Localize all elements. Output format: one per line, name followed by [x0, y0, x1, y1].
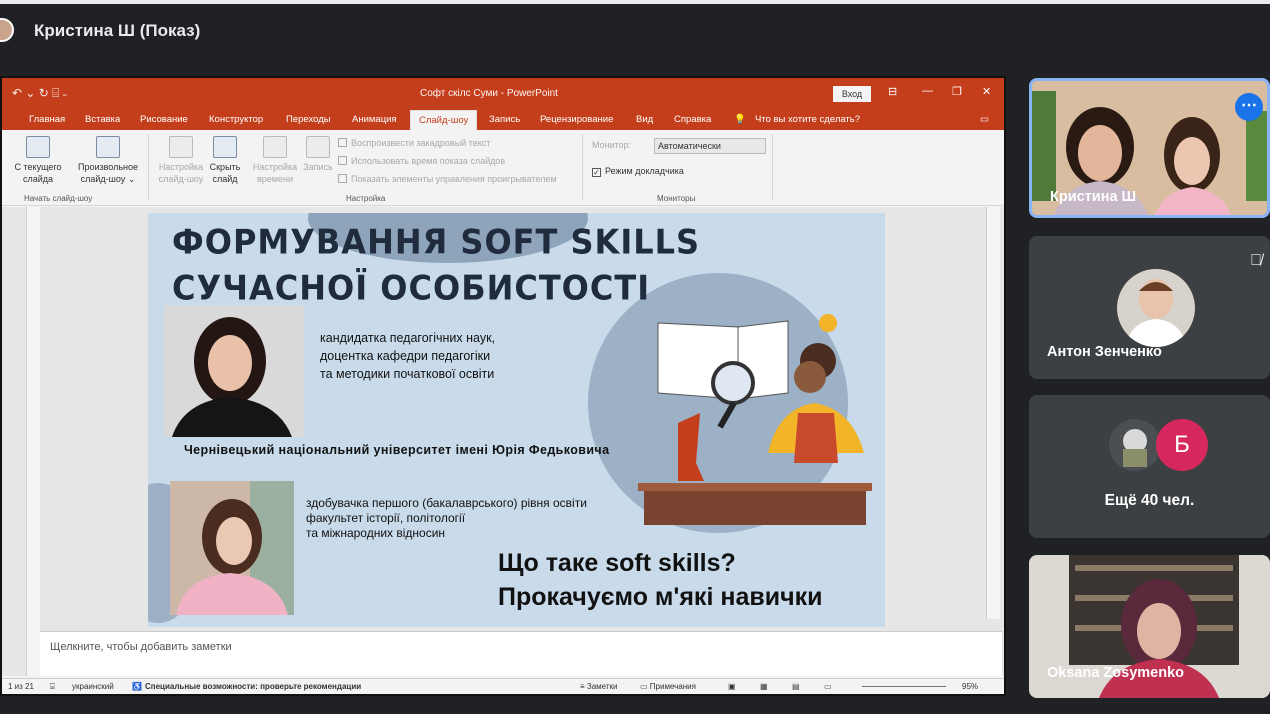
participant-name: Кристина Ш [1050, 189, 1137, 205]
zoom-level[interactable]: 95% [962, 682, 978, 691]
timings-checkbox[interactable]: Использовать время показа слайдов [338, 156, 505, 166]
lightbulb-icon: 💡 [734, 114, 746, 125]
participant-tile-presenter[interactable]: ⋯ Кристина Ш [1029, 78, 1270, 218]
accessibility-status[interactable]: Специальные возможности: проверьте реком… [145, 682, 361, 691]
tab-review[interactable]: Рецензирование [540, 114, 613, 125]
sorter-view-icon[interactable]: ▦ [760, 682, 768, 691]
speaker1-photo [164, 305, 304, 437]
slide-title-line1: ФОРМУВАННЯ SOFT SKILLS [172, 222, 701, 262]
presenter-label: Кристина Ш (Показ) [34, 21, 201, 40]
participant-name: Антон Зенченко [1047, 344, 1162, 360]
comment-icon[interactable]: ▭ [980, 114, 989, 125]
reading-illustration [638, 314, 872, 525]
rehearse-timings-button[interactable]: Настройка времени [250, 136, 300, 185]
meeting-header: Кристина Ш (Показ) [0, 0, 1270, 56]
checkbox-icon [338, 138, 347, 147]
narration-checkbox[interactable]: Воспроизвести закадровый текст [338, 138, 490, 148]
setup-icon [169, 136, 193, 158]
speaker2-description: здобувачка першого (бакалаврського) рівн… [306, 496, 587, 540]
custom-slideshow-button[interactable]: Произвольное слайд-шоу ⌄ [72, 136, 144, 185]
tab-design[interactable]: Конструктор [209, 114, 263, 125]
tell-me-search[interactable]: Что вы хотите сделать? [755, 114, 860, 125]
slide-title-line2: СУЧАСНОЇ ОСОБИСТОСТІ [172, 268, 651, 308]
editing-area: ФОРМУВАННЯ SOFT SKILLS СУЧАСНОЇ ОСОБИСТО… [2, 207, 1004, 676]
participant-avatar [1117, 269, 1195, 347]
group-setup-label: Настройка [346, 194, 386, 203]
participant-avatar [1109, 419, 1161, 471]
more-participants-label: Ещё 40 чел. [1104, 492, 1195, 509]
hide-slide-icon [213, 136, 237, 158]
slide-subtitle: Прокачуємо м'які навички [498, 583, 823, 611]
notes-toggle[interactable]: ≡ Заметки [580, 682, 618, 691]
normal-view-icon[interactable]: ▣ [728, 682, 736, 691]
ribbon-divider [582, 134, 583, 200]
mic-off-icon: 🎙̸ [1250, 252, 1262, 269]
custom-show-icon [96, 136, 120, 158]
thumbnail-scrollbar[interactable] [26, 207, 40, 676]
checkbox-icon [338, 156, 347, 165]
tab-home[interactable]: Главная [29, 114, 65, 125]
participant-tile-anton[interactable]: 🎙̸ Антон Зенченко [1029, 236, 1270, 379]
tab-insert[interactable]: Вставка [85, 114, 120, 125]
login-button[interactable]: Вход [833, 86, 871, 102]
speaker2-photo [170, 481, 294, 615]
notes-field[interactable]: Щелкните, чтобы добавить заметки [40, 631, 1002, 676]
media-controls-checkbox[interactable]: Показать элементы управления проигрывате… [338, 174, 557, 184]
shared-screen-powerpoint: ↶ ⌄ ↻ ⌸ ˗ Софт скілс Суми - PowerPoint В… [0, 76, 1006, 696]
minimize-icon[interactable]: — [922, 85, 933, 97]
group-monitors-label: Мониторы [657, 194, 696, 203]
hide-slide-button[interactable]: Скрыть слайд [206, 136, 244, 185]
tab-record[interactable]: Запись [489, 114, 520, 125]
window-title: Софт скілс Суми - PowerPoint [420, 88, 558, 99]
checkbox-checked-icon: ✓ [592, 168, 601, 177]
restore-icon[interactable]: ❐ [952, 85, 962, 98]
slide-counter: 1 из 21 [8, 682, 34, 691]
tab-help[interactable]: Справка [674, 114, 711, 125]
participant-name: Oksana Zosymenko [1047, 665, 1184, 681]
university-name: Чернівецький національний університет ім… [184, 443, 610, 457]
setup-slideshow-button[interactable]: Настройка слайд-шоу [154, 136, 208, 185]
presenter-avatar [0, 18, 14, 42]
slideshow-view-icon[interactable]: ▭ [824, 682, 832, 691]
language-label[interactable]: украинский [72, 682, 114, 691]
from-current-slide-button[interactable]: С текущего слайда [12, 136, 64, 185]
ribbon-display-icon[interactable]: ⊟ [888, 85, 897, 98]
group-start-label: Начать слайд-шоу [24, 194, 93, 203]
presenter-view-checkbox[interactable]: ✓ Режим докладчика [592, 166, 684, 177]
ribbon-divider [772, 134, 773, 200]
slideshow-icon [26, 136, 50, 158]
undo-icon[interactable]: ↶ ⌄ ↻ ⌸ ˗ [12, 86, 67, 101]
close-icon[interactable]: ✕ [982, 85, 991, 98]
reading-view-icon[interactable]: ▤ [792, 682, 800, 691]
record-button[interactable]: Запись [298, 136, 338, 173]
tab-transitions[interactable]: Переходы [286, 114, 331, 125]
zoom-slider[interactable] [862, 686, 946, 687]
tab-view[interactable]: Вид [636, 114, 653, 125]
participant-initial-avatar: Б [1156, 419, 1208, 471]
speaker1-description: кандидатка педагогічних наук, доцентка к… [320, 331, 496, 381]
ribbon-tabs: Главная Вставка Рисование Конструктор Пе… [2, 108, 1004, 130]
slide-scrollbar[interactable] [986, 207, 1000, 619]
monitor-label: Монитор: [592, 140, 632, 150]
tab-animations[interactable]: Анимация [352, 114, 397, 125]
more-options-icon[interactable]: ⋯ [1235, 93, 1263, 121]
current-slide[interactable]: ФОРМУВАННЯ SOFT SKILLS СУЧАСНОЇ ОСОБИСТО… [148, 213, 885, 627]
ribbon-slideshow: С текущего слайда Произвольное слайд-шоу… [2, 130, 1004, 206]
participant-tile-oksana[interactable]: Oksana Zosymenko [1029, 555, 1270, 698]
participant-tile-more[interactable]: Б Ещё 40 чел. [1029, 395, 1270, 538]
tab-slideshow[interactable]: Слайд-шоу [410, 110, 478, 130]
record-icon [306, 136, 330, 158]
ribbon-divider [148, 134, 149, 200]
slide-question: Що таке soft skills? [498, 549, 736, 577]
comments-toggle[interactable]: ▭ Примечания [640, 682, 696, 691]
checkbox-icon [338, 174, 347, 183]
ppt-titlebar: ↶ ⌄ ↻ ⌸ ˗ Софт скілс Суми - PowerPoint В… [2, 78, 1004, 108]
spellcheck-icon[interactable]: ⌸ [50, 682, 55, 692]
timer-icon [263, 136, 287, 158]
accessibility-icon[interactable]: ♿ [132, 682, 142, 691]
tab-draw[interactable]: Рисование [140, 114, 188, 125]
status-bar: 1 из 21 ⌸ украинский ♿ Специальные возмо… [2, 678, 1004, 694]
monitor-select[interactable]: Автоматически [654, 138, 766, 154]
